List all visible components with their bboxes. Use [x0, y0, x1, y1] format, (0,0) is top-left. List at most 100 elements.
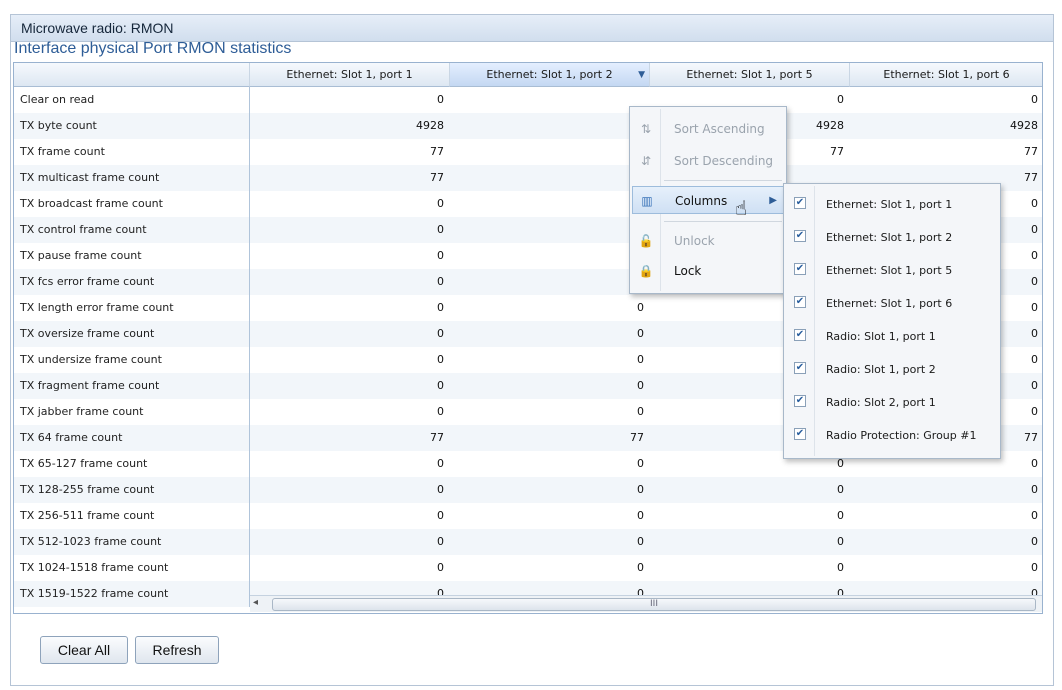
menu-item-columns[interactable]: ▥ Columns ▶	[632, 186, 784, 214]
table-cell: 0	[437, 509, 444, 522]
checkbox-icon[interactable]: ✔	[794, 230, 806, 242]
table-cell: 0	[437, 483, 444, 496]
scrollbar-thumb[interactable]: III	[272, 598, 1036, 611]
submenu-item-label: Ethernet: Slot 1, port 1	[826, 198, 953, 211]
row-label: TX 65-127 frame count	[14, 451, 250, 477]
checkbox-icon[interactable]: ✔	[794, 263, 806, 275]
row-label: TX fragment frame count	[14, 373, 250, 399]
row-label: TX 1519-1522 frame count	[14, 581, 250, 607]
table-cell: 0	[637, 483, 644, 496]
table-row[interactable]: TX 256-511 frame count 0 0 0 0	[14, 503, 1042, 529]
table-cell	[450, 165, 650, 191]
table-cell: 0	[437, 223, 444, 236]
menu-item-unlock[interactable]: 🔓 Unlock	[632, 227, 784, 255]
section-title: Interface physical Port RMON statistics	[14, 40, 292, 57]
submenu-item-column[interactable]: ✔ Ethernet: Slot 1, port 2	[786, 221, 998, 254]
table-cell: 0	[437, 535, 444, 548]
table-row[interactable]: Clear on read 0 0 0	[14, 87, 1042, 113]
submenu-item-column[interactable]: ✔ Ethernet: Slot 1, port 1	[786, 188, 998, 221]
row-label: TX multicast frame count	[14, 165, 250, 191]
table-cell: 0	[1031, 535, 1038, 548]
row-label: TX pause frame count	[14, 243, 250, 269]
submenu-item-column[interactable]: ✔ Radio: Slot 1, port 1	[786, 320, 998, 353]
submenu-item-column[interactable]: ✔ Ethernet: Slot 1, port 5	[786, 254, 998, 287]
table-row[interactable]: TX frame count 77 77 77	[14, 139, 1042, 165]
checkbox-icon[interactable]: ✔	[794, 362, 806, 374]
column-menu-trigger-icon[interactable]: ▼	[638, 63, 645, 86]
checkbox-icon[interactable]: ✔	[794, 428, 806, 440]
table-cell: 0	[437, 197, 444, 210]
table-cell: 0	[437, 275, 444, 288]
table-cell: 0	[637, 457, 644, 470]
row-label: TX length error frame count	[14, 295, 250, 321]
column-header-eth-slot1-port6[interactable]: Ethernet: Slot 1, port 6	[850, 63, 1042, 87]
checkbox-icon[interactable]: ✔	[794, 296, 806, 308]
table-cell: 0	[637, 561, 644, 574]
table-cell: 0	[437, 457, 444, 470]
submenu-item-column[interactable]: ✔ Radio: Slot 2, port 1	[786, 386, 998, 419]
table-cell: 0	[1031, 483, 1038, 496]
table-cell	[450, 217, 650, 243]
row-header-column	[14, 63, 250, 87]
table-cell: 0	[637, 535, 644, 548]
column-context-menu: ⇅ Sort Ascending ⇵ Sort Descending ▥ Col…	[629, 106, 787, 294]
row-label: TX oversize frame count	[14, 321, 250, 347]
scroll-left-icon[interactable]: ◂	[253, 597, 258, 608]
menu-item-sort-ascending[interactable]: ⇅ Sort Ascending	[632, 115, 784, 143]
table-row[interactable]: TX byte count49284949284928	[14, 113, 1042, 139]
table-cell: 0	[450, 269, 650, 295]
table-cell: 0	[437, 561, 444, 574]
row-label: TX 1024-1518 frame count	[14, 555, 250, 581]
table-row[interactable]: TX 1024-1518 frame count 0 0 0 0	[14, 555, 1042, 581]
table-cell: 4928	[1010, 119, 1038, 132]
submenu-item-column[interactable]: ✔ Ethernet: Slot 1, port 6	[786, 287, 998, 320]
submenu-item-column[interactable]: ✔ Radio Protection: Group #1	[786, 419, 998, 452]
submenu-item-label: Ethernet: Slot 1, port 2	[826, 231, 953, 244]
submenu-item-column[interactable]: ✔ Radio: Slot 1, port 2	[786, 353, 998, 386]
sort-ascending-icon: ⇅	[640, 122, 652, 136]
columns-submenu: ✔ Ethernet: Slot 1, port 1 ✔ Ethernet: Slot…	[783, 183, 1001, 459]
table-row[interactable]: TX 512-1023 frame count 0 0 0 0	[14, 529, 1042, 555]
table-cell: 0	[437, 379, 444, 392]
table-cell	[450, 191, 650, 217]
column-header-label: Ethernet: Slot 1, port 2	[486, 68, 613, 81]
table-cell	[450, 87, 650, 113]
table-cell: 0	[637, 405, 644, 418]
table-cell: 49	[450, 113, 650, 139]
checkbox-icon[interactable]: ✔	[794, 329, 806, 341]
table-cell: 77	[430, 145, 444, 158]
table-cell: 0	[1031, 93, 1038, 106]
refresh-button[interactable]: Refresh	[135, 636, 219, 664]
table-cell: 77	[1024, 145, 1038, 158]
submenu-item-label: Radio Protection: Group #1	[826, 429, 977, 442]
submenu-item-label: Ethernet: Slot 1, port 6	[826, 297, 953, 310]
menu-item-lock[interactable]: 🔒 Lock	[632, 257, 784, 285]
checkbox-icon[interactable]: ✔	[794, 197, 806, 209]
clear-all-button[interactable]: Clear All	[40, 636, 128, 664]
table-cell: 77	[630, 431, 644, 444]
row-label: TX frame count	[14, 139, 250, 165]
table-cell: 0	[837, 535, 844, 548]
window-title: Microwave radio: RMON	[11, 15, 1053, 42]
table-cell: 0	[437, 93, 444, 106]
checkbox-icon[interactable]: ✔	[794, 395, 806, 407]
table-cell: 0	[837, 483, 844, 496]
menu-separator	[664, 221, 782, 222]
row-label: TX 128-255 frame count	[14, 477, 250, 503]
submenu-item-label: Radio: Slot 1, port 1	[826, 330, 936, 343]
table-row[interactable]: TX 128-255 frame count 0 0 0 0	[14, 477, 1042, 503]
row-label: TX broadcast frame count	[14, 191, 250, 217]
column-header-eth-slot1-port1[interactable]: Ethernet: Slot 1, port 1	[250, 63, 450, 87]
table-cell: 0	[837, 509, 844, 522]
menu-item-sort-descending[interactable]: ⇵ Sort Descending	[632, 147, 784, 175]
row-label: TX jabber frame count	[14, 399, 250, 425]
row-label: TX 64 frame count	[14, 425, 250, 451]
horizontal-scrollbar[interactable]: ◂ III	[250, 595, 1042, 612]
column-header-eth-slot1-port2[interactable]: Ethernet: Slot 1, port 2 ▼	[450, 63, 650, 87]
submenu-arrow-icon: ▶	[769, 195, 777, 206]
table-cell: 0	[437, 353, 444, 366]
row-label: TX undersize frame count	[14, 347, 250, 373]
column-header-eth-slot1-port5[interactable]: Ethernet: Slot 1, port 5	[650, 63, 850, 87]
hand-pointer-icon: ☝	[735, 196, 748, 220]
row-label: TX control frame count	[14, 217, 250, 243]
